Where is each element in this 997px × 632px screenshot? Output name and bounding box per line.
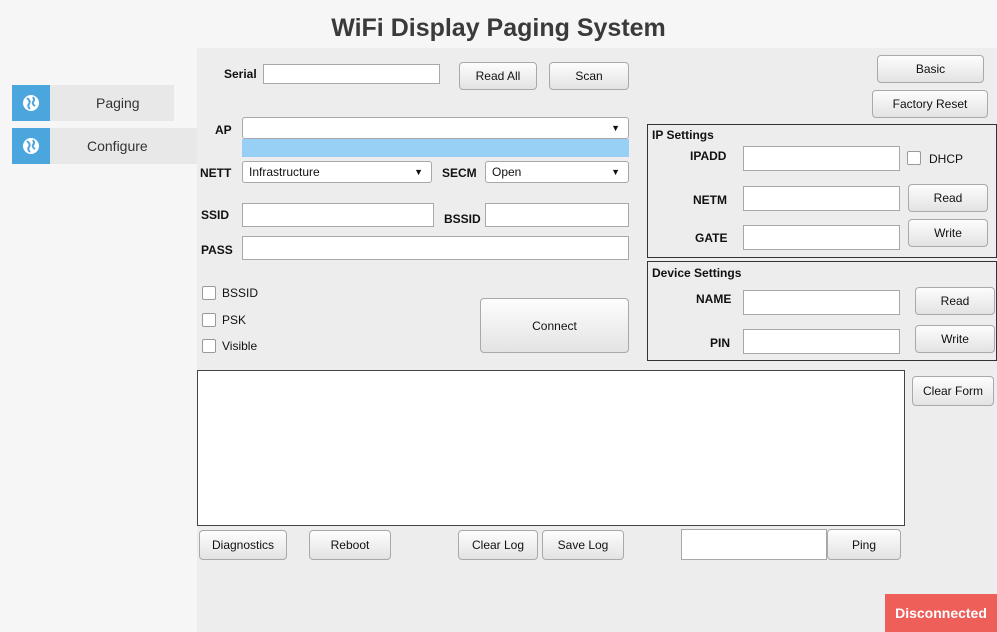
visible-checkbox-label: Visible (222, 339, 258, 353)
secm-select[interactable]: Open ▼ (485, 161, 629, 183)
ipadd-label: IPADD (690, 149, 727, 163)
log-textarea[interactable] (197, 370, 905, 526)
dhcp-checkbox-label: DHCP (929, 152, 964, 166)
name-label: NAME (696, 292, 732, 306)
clear-log-button[interactable]: Clear Log (458, 530, 538, 560)
serial-input[interactable] (263, 64, 440, 84)
bssid-label: BSSID (444, 212, 481, 226)
chevron-down-icon: ▼ (611, 167, 620, 177)
nett-select[interactable]: Infrastructure ▼ (242, 161, 432, 183)
ssid-input[interactable] (242, 203, 434, 227)
scan-button[interactable]: Scan (549, 62, 629, 90)
dhcp-checkbox[interactable] (907, 151, 921, 165)
clear-form-button[interactable]: Clear Form (912, 376, 994, 406)
sidebar-item-label: Configure (87, 138, 148, 154)
connect-button[interactable]: Connect (480, 298, 629, 353)
pass-label: PASS (201, 243, 233, 257)
secm-select-value: Open (492, 165, 522, 179)
connection-status-badge: Disconnected (885, 594, 997, 632)
ap-select[interactable]: ▼ (242, 117, 629, 139)
device-write-button[interactable]: Write (915, 325, 995, 353)
device-settings-title: Device Settings (652, 266, 742, 280)
save-log-button[interactable]: Save Log (542, 530, 624, 560)
globe-icon (12, 85, 50, 121)
ping-button[interactable]: Ping (827, 529, 901, 560)
ip-settings-title: IP Settings (652, 128, 714, 142)
sidebar-item-label: Paging (96, 95, 140, 111)
psk-checkbox[interactable] (202, 313, 216, 327)
chevron-down-icon: ▼ (414, 167, 423, 177)
app-title: WiFi Display Paging System (331, 14, 666, 42)
ipadd-input[interactable] (743, 146, 900, 171)
chevron-down-icon: ▼ (611, 123, 620, 133)
gate-label: GATE (695, 231, 728, 245)
nett-label: NETT (200, 166, 232, 180)
secm-label: SECM (442, 166, 477, 180)
factory-reset-button[interactable]: Factory Reset (872, 90, 988, 118)
netm-label: NETM (693, 193, 727, 207)
sidebar-item-paging[interactable]: Paging (12, 85, 174, 121)
bssid-checkbox[interactable] (202, 286, 216, 300)
ip-read-button[interactable]: Read (908, 184, 988, 212)
ap-highlight-row[interactable] (242, 139, 629, 157)
basic-button[interactable]: Basic (877, 55, 984, 83)
globe-icon (12, 128, 50, 164)
ip-write-button[interactable]: Write (908, 219, 988, 247)
nett-select-value: Infrastructure (249, 165, 320, 179)
pin-label: PIN (710, 336, 731, 350)
ping-input[interactable] (681, 529, 827, 560)
device-read-button[interactable]: Read (915, 287, 995, 315)
serial-label: Serial (224, 67, 257, 81)
pin-input[interactable] (743, 329, 900, 354)
ssid-label: SSID (201, 208, 230, 222)
sidebar-item-configure[interactable]: Configure (12, 128, 197, 164)
netm-input[interactable] (743, 186, 900, 211)
reboot-button[interactable]: Reboot (309, 530, 391, 560)
ap-label: AP (215, 123, 232, 137)
name-input[interactable] (743, 290, 900, 315)
bssid-checkbox-label: BSSID (222, 286, 259, 300)
pass-input[interactable] (242, 236, 629, 260)
bssid-input[interactable] (485, 203, 629, 227)
read-all-button[interactable]: Read All (459, 62, 537, 90)
gate-input[interactable] (743, 225, 900, 250)
visible-checkbox[interactable] (202, 339, 216, 353)
diagnostics-button[interactable]: Diagnostics (199, 530, 287, 560)
psk-checkbox-label: PSK (222, 313, 247, 327)
